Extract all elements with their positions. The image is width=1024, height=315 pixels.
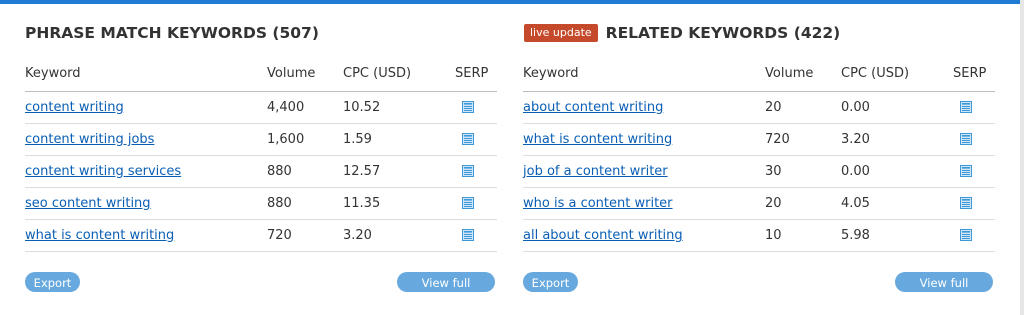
volume-value: 1,600	[267, 132, 305, 147]
cpc-value: 12.57	[343, 164, 381, 179]
cpc-value: 11.35	[343, 196, 381, 211]
col-cpc: CPC (USD)	[841, 66, 910, 81]
view-full-report-button[interactable]: View full report	[895, 272, 993, 310]
keyword-link[interactable]: what is content writing	[523, 132, 672, 147]
table-row: what is content writing 720 3.20	[25, 220, 497, 252]
volume-value: 880	[267, 196, 292, 211]
panel-header: PHRASE MATCH KEYWORDS (507)	[25, 20, 497, 46]
cpc-value: 3.20	[841, 132, 870, 147]
col-volume: Volume	[765, 66, 814, 81]
table-header: Keyword Volume CPC (USD) SERP	[523, 66, 995, 86]
right-edge-border	[1020, 0, 1024, 315]
col-serp: SERP	[953, 66, 987, 81]
col-cpc: CPC (USD)	[343, 66, 412, 81]
serp-icon[interactable]	[462, 197, 474, 209]
keyword-link[interactable]: all about content writing	[523, 228, 683, 243]
table-row: job of a content writer 30 0.00	[523, 156, 995, 188]
phrase-match-panel: PHRASE MATCH KEYWORDS (507) Keyword Volu…	[25, 20, 497, 310]
cpc-value: 4.05	[841, 196, 870, 211]
keyword-link[interactable]: about content writing	[523, 100, 663, 115]
keyword-link[interactable]: who is a content writer	[523, 196, 673, 211]
related-keywords-panel: live update RELATED KEYWORDS (422) Keywo…	[523, 20, 995, 310]
serp-icon[interactable]	[960, 101, 972, 113]
keyword-link[interactable]: content writing jobs	[25, 132, 154, 147]
volume-value: 880	[267, 164, 292, 179]
col-keyword: Keyword	[25, 66, 81, 81]
table-row: about content writing 20 0.00	[523, 92, 995, 124]
cpc-value: 3.20	[343, 228, 372, 243]
volume-value: 20	[765, 196, 782, 211]
keyword-link[interactable]: seo content writing	[25, 196, 151, 211]
volume-value: 30	[765, 164, 782, 179]
serp-icon[interactable]	[462, 101, 474, 113]
volume-value: 20	[765, 100, 782, 115]
keyword-link[interactable]: job of a content writer	[523, 164, 668, 179]
panel-header: live update RELATED KEYWORDS (422)	[523, 20, 995, 46]
view-full-report-button[interactable]: View full report	[397, 272, 495, 310]
serp-icon[interactable]	[960, 133, 972, 145]
table-row: who is a content writer 20 4.05	[523, 188, 995, 220]
keyword-link[interactable]: what is content writing	[25, 228, 174, 243]
col-serp: SERP	[455, 66, 489, 81]
keyword-table: about content writing 20 0.00 what is co…	[523, 91, 995, 252]
table-row: all about content writing 10 5.98	[523, 220, 995, 252]
export-button[interactable]: Export	[25, 272, 80, 292]
table-row: content writing jobs 1,600 1.59	[25, 124, 497, 156]
live-update-badge: live update	[524, 24, 598, 42]
serp-icon[interactable]	[462, 165, 474, 177]
table-row: what is content writing 720 3.20	[523, 124, 995, 156]
serp-icon[interactable]	[462, 133, 474, 145]
col-volume: Volume	[267, 66, 316, 81]
cpc-value: 0.00	[841, 100, 870, 115]
top-accent-bar	[0, 0, 1024, 4]
keyword-table: content writing 4,400 10.52 content writ…	[25, 91, 497, 252]
col-keyword: Keyword	[523, 66, 579, 81]
serp-icon[interactable]	[960, 229, 972, 241]
table-header: Keyword Volume CPC (USD) SERP	[25, 66, 497, 86]
cpc-value: 5.98	[841, 228, 870, 243]
volume-value: 10	[765, 228, 782, 243]
keyword-link[interactable]: content writing services	[25, 164, 181, 179]
volume-value: 720	[267, 228, 292, 243]
serp-icon[interactable]	[960, 197, 972, 209]
volume-value: 4,400	[267, 100, 305, 115]
cpc-value: 1.59	[343, 132, 372, 147]
table-row: content writing services 880 12.57	[25, 156, 497, 188]
export-button[interactable]: Export	[523, 272, 578, 292]
panel-title: RELATED KEYWORDS (422)	[605, 24, 841, 42]
table-row: content writing 4,400 10.52	[25, 92, 497, 124]
volume-value: 720	[765, 132, 790, 147]
cpc-value: 0.00	[841, 164, 870, 179]
cpc-value: 10.52	[343, 100, 381, 115]
table-row: seo content writing 880 11.35	[25, 188, 497, 220]
serp-icon[interactable]	[462, 229, 474, 241]
keyword-link[interactable]: content writing	[25, 100, 124, 115]
panel-title: PHRASE MATCH KEYWORDS (507)	[25, 24, 319, 42]
serp-icon[interactable]	[960, 165, 972, 177]
